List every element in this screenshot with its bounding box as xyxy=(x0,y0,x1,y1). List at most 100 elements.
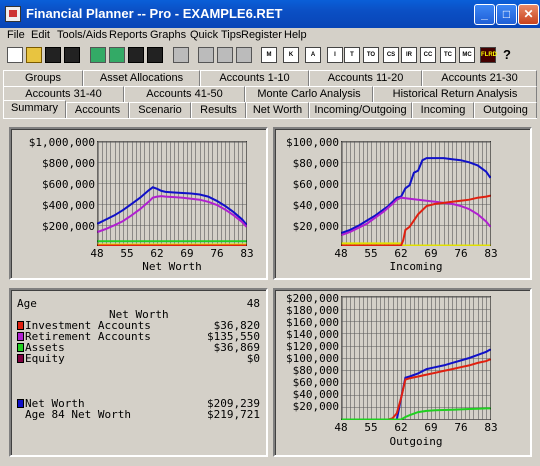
tab-results[interactable]: Results xyxy=(191,102,246,118)
app-icon[interactable] xyxy=(5,6,21,22)
x-tick-label: 69 xyxy=(424,247,438,260)
import-icon[interactable] xyxy=(90,47,106,63)
print-report-icon[interactable] xyxy=(236,47,252,63)
save-as-icon[interactable] xyxy=(64,47,80,63)
age-label: Age xyxy=(17,297,37,310)
age-84-net-worth-value: $219,721 xyxy=(207,408,260,421)
incoming-chart xyxy=(341,141,491,246)
print-icon[interactable] xyxy=(173,47,189,63)
x-tick-label: 48 xyxy=(90,247,104,260)
toolbar-button-k[interactable]: K xyxy=(283,47,299,63)
help-icon[interactable]: ? xyxy=(503,47,519,63)
y-tick-label: $100,000 xyxy=(286,136,339,149)
equity-label: Equity xyxy=(25,352,65,365)
y-tick-label: $200,000 xyxy=(42,220,95,233)
export-icon[interactable] xyxy=(109,47,125,63)
tab-accounts-1-10[interactable]: Accounts 1-10 xyxy=(200,70,309,86)
tab-net-worth[interactable]: Net Worth xyxy=(246,102,309,118)
tab-row-1: Groups Asset Allocations Accounts 1-10 A… xyxy=(0,70,540,87)
save-icon[interactable] xyxy=(45,47,61,63)
toolbar-button-a[interactable]: A xyxy=(305,47,321,63)
y-tick-label: $20,000 xyxy=(292,400,339,413)
menu-edit[interactable]: Edit xyxy=(31,29,50,41)
print-preview-icon[interactable] xyxy=(217,47,233,63)
x-tick-label: 48 xyxy=(334,421,348,434)
new-icon[interactable] xyxy=(7,47,23,63)
x-tick-label: 76 xyxy=(454,421,468,434)
tab-accounts[interactable]: Accounts xyxy=(66,102,129,118)
x-tick-label: 69 xyxy=(424,421,438,434)
net-worth-chart-panel: $1,000,000 $800,000 $600,000 $400,000 $2… xyxy=(9,127,268,280)
age-84-net-worth-label: Age 84 Net Worth xyxy=(25,408,131,421)
toolbar-button-mc[interactable]: MC xyxy=(459,47,475,63)
y-tick-label: $400,000 xyxy=(42,199,95,212)
print-setup-icon[interactable] xyxy=(198,47,214,63)
menu-tools-aids[interactable]: Tools/Aids xyxy=(57,29,107,41)
outgoing-chart xyxy=(341,296,491,420)
summary-panel: Age 48 Net Worth Investment Accounts $36… xyxy=(9,288,268,457)
tab-accounts-21-30[interactable]: Accounts 21-30 xyxy=(422,70,537,86)
toolbar-button-tc[interactable]: TC xyxy=(440,47,456,63)
tab-groups[interactable]: Groups xyxy=(3,70,83,86)
investment-swatch xyxy=(17,321,24,330)
tab-row-2: Accounts 31-40 Accounts 41-50 Monte Carl… xyxy=(0,86,540,103)
toolbar: M K A I T TO CS IR CC TC MC FLRD ? xyxy=(0,45,540,67)
close-button[interactable]: ✕ xyxy=(518,4,539,25)
x-axis-label: Outgoing xyxy=(389,435,443,448)
window-title: Financial Planner -- Pro - EXAMPLE6.RET xyxy=(26,6,283,21)
y-tick-label: $60,000 xyxy=(292,178,339,191)
x-axis-label: Incoming xyxy=(389,260,443,273)
tab-incoming[interactable]: Incoming xyxy=(412,102,474,118)
menu-bar: File Edit Tools/Aids Reports Graphs Quic… xyxy=(0,28,540,45)
tab-historical-return-analysis[interactable]: Historical Return Analysis xyxy=(373,86,537,102)
toolbar-button-to[interactable]: TO xyxy=(363,47,379,63)
toolbar-button-t[interactable]: T xyxy=(344,47,360,63)
x-tick-label: 69 xyxy=(180,247,194,260)
menu-graphs[interactable]: Graphs xyxy=(150,29,186,41)
x-tick-label: 55 xyxy=(364,421,378,434)
tab-monte-carlo-analysis[interactable]: Monte Carlo Analysis xyxy=(245,86,373,102)
menu-help[interactable]: Help xyxy=(284,29,307,41)
x-tick-label: 83 xyxy=(240,247,254,260)
tab-scenario[interactable]: Scenario xyxy=(129,102,191,118)
y-tick-label: $1,000,000 xyxy=(28,136,95,149)
maximize-button[interactable]: □ xyxy=(496,4,517,25)
x-tick-label: 76 xyxy=(210,247,224,260)
tab-summary[interactable]: Summary xyxy=(3,100,66,118)
x-tick-label: 55 xyxy=(120,247,134,260)
toolbar-button-ir[interactable]: IR xyxy=(401,47,417,63)
assets-swatch xyxy=(17,343,24,352)
net-worth-chart xyxy=(97,141,247,246)
tab-accounts-41-50[interactable]: Accounts 41-50 xyxy=(124,86,245,102)
minimize-button[interactable]: _ xyxy=(474,4,495,25)
x-tick-label: 83 xyxy=(484,247,498,260)
x-axis-label: Net Worth xyxy=(142,260,202,273)
tab-row-3: Summary Accounts Scenario Results Net Wo… xyxy=(0,100,540,119)
incoming-chart-panel: $100,000 $80,000 $60,000 $40,000 $20,000… xyxy=(273,127,532,280)
age-value: 48 xyxy=(246,297,260,310)
y-tick-label: $80,000 xyxy=(292,157,339,170)
tab-asset-allocations[interactable]: Asset Allocations xyxy=(83,70,200,86)
toolbar-button-m[interactable]: M xyxy=(261,47,277,63)
save-all-icon[interactable] xyxy=(147,47,163,63)
y-tick-label: $40,000 xyxy=(292,199,339,212)
net-worth-swatch xyxy=(17,399,24,408)
tab-incoming-outgoing[interactable]: Incoming/Outgoing xyxy=(309,102,412,118)
tab-accounts-11-20[interactable]: Accounts 11-20 xyxy=(309,70,422,86)
menu-register[interactable]: Register xyxy=(241,29,282,41)
tab-outgoing[interactable]: Outgoing xyxy=(474,102,537,118)
toolbar-button-cs[interactable]: CS xyxy=(383,47,399,63)
retirement-swatch xyxy=(17,332,24,341)
save-copy-icon[interactable] xyxy=(128,47,144,63)
y-tick-label: $20,000 xyxy=(292,220,339,233)
equity-value: $0 xyxy=(246,352,260,365)
menu-reports[interactable]: Reports xyxy=(109,29,148,41)
menu-file[interactable]: File xyxy=(7,29,25,41)
toolbar-button-flrd[interactable]: FLRD xyxy=(480,47,497,63)
menu-quick-tips[interactable]: Quick Tips xyxy=(190,29,241,41)
x-tick-label: 83 xyxy=(484,421,498,434)
open-icon[interactable] xyxy=(26,47,42,63)
toolbar-button-cc[interactable]: CC xyxy=(420,47,436,63)
toolbar-button-i[interactable]: I xyxy=(327,47,343,63)
x-tick-label: 76 xyxy=(454,247,468,260)
